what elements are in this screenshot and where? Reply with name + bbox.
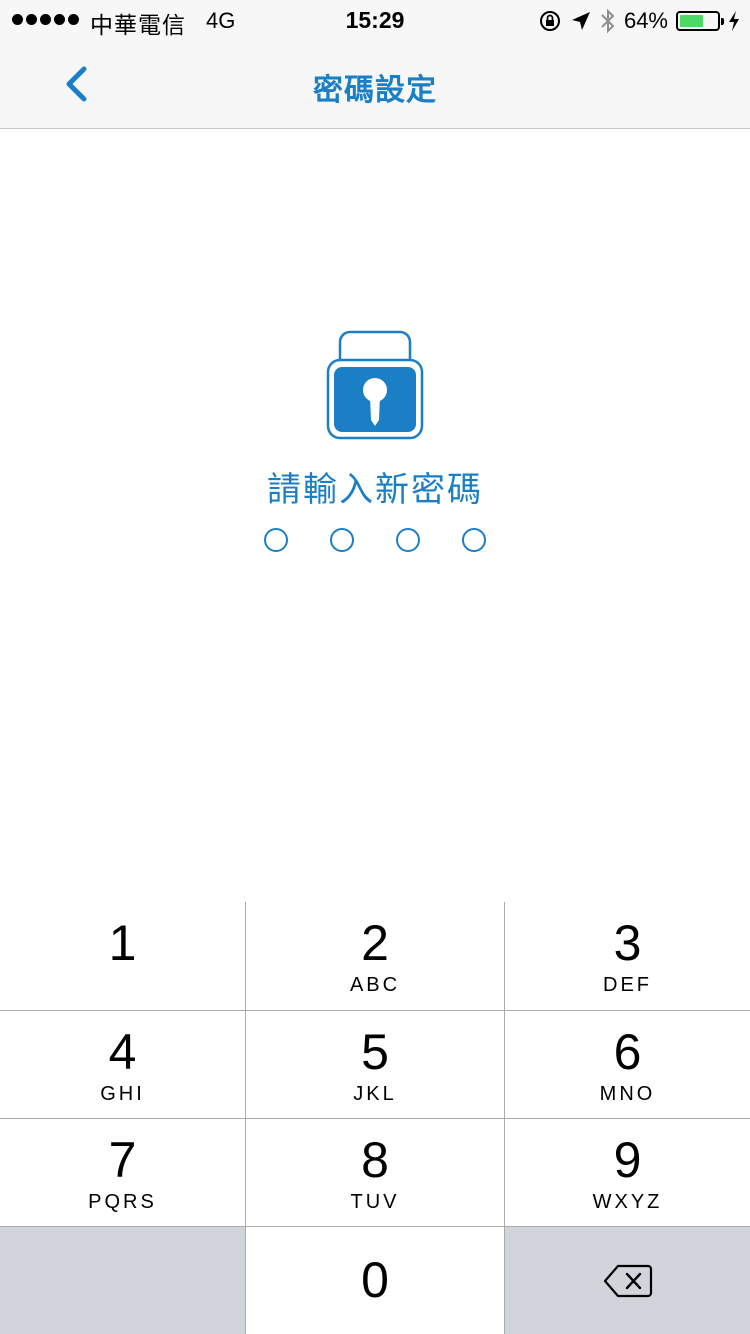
key-9[interactable]: 9 WXYZ [505, 1119, 750, 1227]
key-digit: 8 [361, 1132, 389, 1188]
charging-bolt-icon [729, 11, 739, 31]
delete-button[interactable] [505, 1227, 750, 1334]
key-digit: 2 [361, 915, 389, 971]
key-letters: ABC [349, 974, 401, 996]
keypad-divider [0, 1010, 750, 1011]
key-letters: DEF [603, 974, 652, 996]
password-prompt: 請輸入新密碼 [267, 470, 483, 510]
key-letters: MNO [599, 1083, 656, 1105]
status-right-group: 64% [538, 7, 740, 35]
keypad-divider [0, 1226, 750, 1227]
key-letters: JKL [353, 1083, 397, 1105]
page-title: 密碼設定 [313, 73, 437, 108]
key-2[interactable]: 2 ABC [246, 902, 504, 1010]
key-4[interactable]: 4 GHI [0, 1011, 245, 1119]
key-5[interactable]: 5 JKL [246, 1011, 504, 1119]
pin-dot [330, 528, 354, 552]
numeric-keypad: 1 2 ABC 3 DEF 4 GHI 5 JKL 6 MNO 7 PQRS 8… [0, 902, 750, 1334]
key-digit: 0 [361, 1252, 389, 1308]
pin-dot [462, 528, 486, 552]
keypad-blank-key [0, 1227, 245, 1334]
pin-indicator [264, 528, 488, 552]
key-0[interactable]: 0 [246, 1227, 504, 1334]
key-digit: 1 [108, 915, 137, 971]
key-letters: WXYZ [592, 1191, 663, 1213]
key-7[interactable]: 7 PQRS [0, 1119, 245, 1227]
lock-icon [326, 330, 424, 440]
key-letters: PQRS [88, 1191, 157, 1213]
key-6[interactable]: 6 MNO [505, 1011, 750, 1119]
pin-dot [264, 528, 288, 552]
key-1[interactable]: 1 [0, 902, 245, 1010]
key-letters: GHI [100, 1083, 145, 1105]
key-digit: 4 [108, 1024, 137, 1080]
battery-icon [676, 11, 724, 31]
key-digit: 6 [613, 1024, 642, 1080]
backspace-icon [603, 1264, 652, 1297]
location-arrow-icon [571, 12, 590, 30]
status-bar: 中華電信 4G 15:29 64% [0, 0, 750, 40]
key-digit: 9 [613, 1132, 642, 1188]
bluetooth-icon [601, 8, 615, 34]
key-8[interactable]: 8 TUV [246, 1119, 504, 1227]
key-letters: TUV [350, 1191, 400, 1213]
pin-dot [396, 528, 420, 552]
key-digit: 3 [613, 915, 642, 971]
rotation-lock-icon [539, 11, 560, 31]
battery-percentage: 64% [623, 8, 668, 33]
key-digit: 7 [108, 1132, 137, 1188]
keypad-divider [0, 1118, 750, 1119]
key-digit: 5 [361, 1024, 389, 1080]
nav-bar: 密碼設定 [0, 40, 750, 129]
key-3[interactable]: 3 DEF [505, 902, 750, 1010]
